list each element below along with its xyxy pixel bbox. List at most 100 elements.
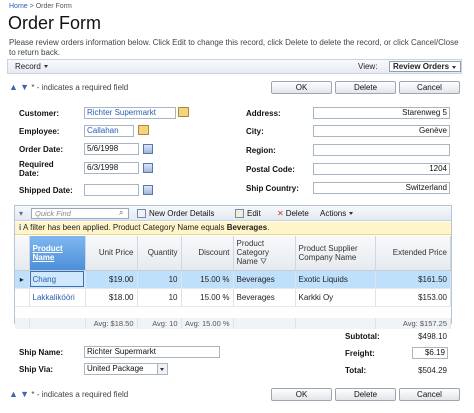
edit-icon <box>235 209 244 219</box>
address-label: Address: <box>246 109 281 118</box>
search-icon[interactable]: ⌕ <box>119 208 123 218</box>
ship-via-value: United Package <box>87 364 144 373</box>
breadcrumb-home-link[interactable]: Home <box>9 3 28 10</box>
subtotal-label: Subtotal: <box>345 332 380 341</box>
header-quantity[interactable]: Quantity <box>137 236 182 271</box>
required-date-label: Required Date: <box>19 160 54 178</box>
new-order-details-label: New Order Details <box>149 209 215 218</box>
ship-via-label: Ship Via: <box>19 365 54 374</box>
row-selected-arrow-icon: ▸ <box>15 270 30 289</box>
freight-field[interactable]: $6.19 <box>412 347 448 359</box>
cell-unit-price: $19.00 <box>85 270 138 289</box>
filter-funnel-icon: ⛛ <box>260 257 267 267</box>
order-date-label: Order Date: <box>19 145 64 154</box>
ship-country-field[interactable]: Switzerland <box>313 182 450 194</box>
header-extended-price[interactable]: Extended Price <box>375 236 451 271</box>
delete-row-button[interactable]: ✕ Delete <box>277 209 309 218</box>
new-order-details-button[interactable]: New Order Details <box>137 209 215 219</box>
postal-code-field[interactable]: 1204 <box>313 163 450 175</box>
previous-record-arrow-icon[interactable]: ▲ <box>9 82 18 92</box>
filter-notice-period: . <box>267 223 270 232</box>
ok-button[interactable]: OK <box>271 81 332 94</box>
footer-category-cell <box>233 318 296 329</box>
row-indicator-header <box>15 236 30 271</box>
actions-menu[interactable]: Actions <box>320 209 354 218</box>
header-product-name[interactable]: Product Name <box>29 236 86 271</box>
quick-find-input[interactable]: Quick Find <box>31 208 129 219</box>
delete-button[interactable]: Delete <box>335 81 396 94</box>
ship-via-select[interactable]: United Package <box>84 363 168 375</box>
calendar-icon[interactable] <box>143 144 153 154</box>
view-label: View: <box>358 62 378 71</box>
delete-row-label: Delete <box>285 209 309 218</box>
table-row[interactable]: ▸ Chang $19.00 10 15.00 % Beverages Exot… <box>15 270 451 289</box>
footer-avg-price: Avg: $18.50 <box>85 318 138 329</box>
cancel-button[interactable]: Cancel <box>399 81 460 94</box>
record-menu[interactable]: Record <box>15 62 48 71</box>
header-unit-price[interactable]: Unit Price <box>85 236 138 271</box>
cell-quantity: 10 <box>137 288 182 307</box>
total-value: $504.29 <box>418 366 447 375</box>
ship-name-field[interactable]: Richter Supermarkt <box>84 346 220 358</box>
footer-avg-quantity: Avg: 10 <box>137 318 182 329</box>
ok-button[interactable]: OK <box>271 388 332 401</box>
cell-product-name[interactable]: Chang <box>29 270 86 289</box>
address-field[interactable]: Starenweg 5 <box>313 107 450 119</box>
cancel-button[interactable]: Cancel <box>399 388 460 401</box>
cell-product-name[interactable]: Lakkalikööri <box>29 288 86 307</box>
dropdown-arrow-icon[interactable] <box>157 364 167 374</box>
footer-avg-discount: Avg: 15.00 % <box>181 318 234 329</box>
chevron-down-icon <box>349 212 354 216</box>
breadcrumb-separator: > <box>29 3 34 10</box>
header-product-category-name[interactable]: Product Category Name ⛛ <box>233 236 296 271</box>
shipped-date-field[interactable] <box>84 184 139 196</box>
ship-name-label: Ship Name: <box>19 348 64 357</box>
row-indicator <box>15 288 30 307</box>
footer-name-cell <box>29 318 86 329</box>
region-field[interactable] <box>313 144 450 156</box>
table-footer-row: Avg: $18.50 Avg: 10 Avg: 15.00 % Avg: $1… <box>15 318 451 329</box>
table-row[interactable]: Lakkalikööri $18.00 10 15.00 % Beverages… <box>15 288 451 307</box>
top-nav-row: ▲ ▼ * - indicates a required field <box>9 82 128 92</box>
header-supplier-company-name[interactable]: Product Supplier Company Name <box>295 236 376 271</box>
required-date-field[interactable]: 6/3/1998 <box>84 162 139 174</box>
total-label: Total: <box>345 366 367 375</box>
chevron-down-icon <box>452 66 456 69</box>
grid-menu-chevron-icon[interactable]: ▾ <box>19 209 23 218</box>
lookup-folder-icon[interactable] <box>138 125 149 135</box>
city-field[interactable]: Genève <box>313 125 450 137</box>
breadcrumb: Home > Order Form <box>9 3 72 10</box>
header-discount[interactable]: Discount <box>181 236 234 271</box>
freight-label: Freight: <box>345 349 375 358</box>
lookup-folder-icon[interactable] <box>178 107 189 117</box>
delete-button[interactable]: Delete <box>335 388 396 401</box>
table-spacer-cell <box>15 306 451 318</box>
filter-notice-value: Beverages <box>226 223 268 232</box>
cell-discount: 15.00 % <box>181 288 234 307</box>
filter-notice-text: A filter has been applied. Product Categ… <box>23 223 225 232</box>
view-selector[interactable]: Review Orders <box>389 61 461 72</box>
city-label: City: <box>246 127 264 136</box>
region-label: Region: <box>246 146 276 155</box>
calendar-icon[interactable] <box>143 185 153 195</box>
cell-extended-price: $161.50 <box>375 270 451 289</box>
bottom-nav-row: ▲ ▼ * - indicates a required field <box>9 389 128 399</box>
next-record-arrow-icon[interactable]: ▼ <box>20 82 29 92</box>
edit-button[interactable]: Edit <box>235 209 261 219</box>
subtotal-value: $498.10 <box>418 332 447 341</box>
new-record-icon <box>137 209 146 219</box>
order-date-field[interactable]: 5/6/1998 <box>84 143 139 155</box>
cell-category: Beverages <box>233 270 296 289</box>
info-icon: i <box>19 223 22 232</box>
cell-supplier: Exotic Liquids <box>295 270 376 289</box>
employee-label: Employee: <box>19 127 60 136</box>
customer-label: Customer: <box>19 109 60 118</box>
cell-discount: 15.00 % <box>181 270 234 289</box>
grid-toolbar: ▾ Quick Find ⌕ New Order Details Edit ✕ D… <box>15 206 451 221</box>
previous-record-arrow-icon[interactable]: ▲ <box>9 389 18 399</box>
chevron-down-icon <box>43 65 48 69</box>
next-record-arrow-icon[interactable]: ▼ <box>20 389 29 399</box>
calendar-icon[interactable] <box>143 163 153 173</box>
employee-field[interactable]: Callahan <box>84 125 134 137</box>
customer-field[interactable]: Richter Supermarkt <box>84 107 176 119</box>
